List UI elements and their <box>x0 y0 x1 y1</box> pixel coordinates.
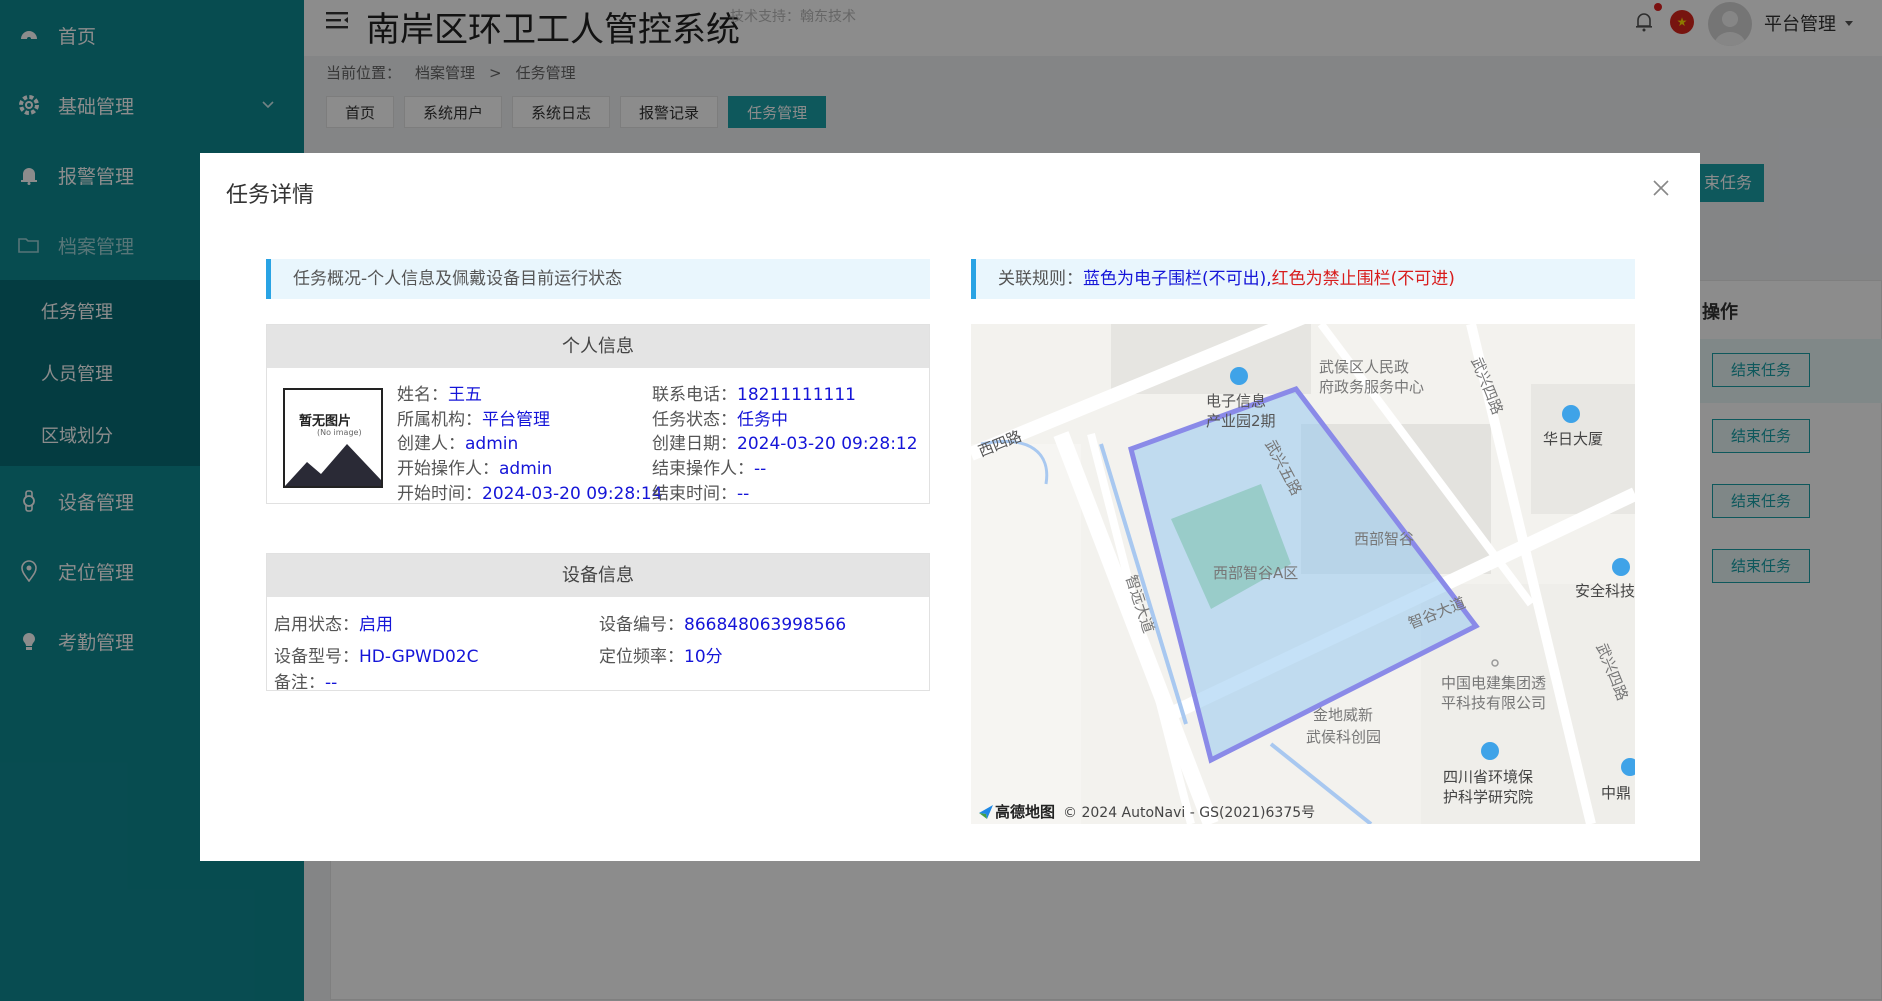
map-label: 中鼎 <box>1601 784 1632 802</box>
map-label: 安全科技 <box>1575 582 1635 600</box>
map-label: 西部智谷 <box>1354 530 1415 548</box>
status-field: 任务状态：任务中 <box>652 410 788 430</box>
map-label: 武侯区人民政 <box>1319 358 1410 376</box>
phone-field: 联系电话：18211111111 <box>652 385 856 405</box>
map-label: 产业园2期 <box>1206 412 1276 430</box>
device-model-field: 设备型号：HD-GPWD02C <box>274 647 479 667</box>
rule-blue-text: 蓝色为电子围栏(不可出), <box>1083 269 1272 289</box>
device-info-box: 设备信息 启用状态：启用 设备编号：866848063998566 设备型号：H… <box>266 553 930 693</box>
map-label: 护科学研究院 <box>1443 788 1534 806</box>
map-label: 电子信息 <box>1206 392 1267 410</box>
no-image-text: 暂无图片 <box>299 414 352 429</box>
created-date-field: 创建日期：2024-03-20 09:28:12 <box>652 434 918 454</box>
overview-section-header: 任务概况-个人信息及佩戴设备目前运行状态 <box>266 259 930 299</box>
mountain-icon <box>285 444 381 486</box>
org-field: 所属机构：平台管理 <box>397 410 550 430</box>
map-label: 华日大厦 <box>1543 430 1604 448</box>
map-canvas <box>971 324 1635 824</box>
map-attribution: 高德地图 © 2024 AutoNavi - GS(2021)6375号 <box>977 801 1315 822</box>
remark-field: 备注：-- <box>274 673 338 693</box>
close-icon[interactable] <box>1652 179 1670 197</box>
rule-red-text: 红色为禁止围栏(不可进) <box>1271 269 1455 289</box>
location-frequency-field: 定位频率：10分 <box>599 647 723 667</box>
task-detail-modal: 任务详情 任务概况-个人信息及佩戴设备目前运行状态 关联规则：蓝色为电子围栏(不… <box>200 153 1700 861</box>
start-time-field: 开始时间：2024-03-20 09:28:14 <box>397 484 663 504</box>
enabled-status-field: 启用状态：启用 <box>274 615 393 635</box>
map-label: 四川省环境保 <box>1443 768 1534 786</box>
end-time-field: 结束时间：-- <box>652 484 750 504</box>
map-label: 平科技有限公司 <box>1441 694 1547 712</box>
rule-prefix: 关联规则： <box>998 269 1083 289</box>
rule-section-header: 关联规则：蓝色为电子围栏(不可出),红色为禁止围栏(不可进) <box>971 259 1635 299</box>
map-brand: 高德地图 <box>995 803 1056 821</box>
personal-info-box: 个人信息 暂无图片 (No image) 姓名：王五 联系电话：18211111… <box>266 324 930 504</box>
name-field: 姓名：王五 <box>397 385 482 405</box>
personal-info-title: 个人信息 <box>267 325 929 368</box>
device-code-field: 设备编号：866848063998566 <box>599 615 847 635</box>
device-info-title: 设备信息 <box>267 554 929 597</box>
creator-field: 创建人：admin <box>397 434 519 454</box>
map-label: 金地威新 <box>1313 706 1374 724</box>
start-operator-field: 开始操作人：admin <box>397 459 553 479</box>
no-image-placeholder: 暂无图片 (No image) <box>283 388 383 488</box>
map-label: 西部智谷A区 <box>1213 564 1299 582</box>
end-operator-field: 结束操作人：-- <box>652 459 767 479</box>
map-copyright: © 2024 AutoNavi - GS(2021)6375号 <box>1063 804 1316 821</box>
fence-map[interactable]: 武侯区人民政 府政务服务中心 电子信息 产业园2期 武兴四路 华日大厦 西四路 … <box>971 324 1635 824</box>
map-label: 武侯科创园 <box>1306 728 1382 746</box>
amap-logo-icon <box>979 804 993 819</box>
modal-title: 任务详情 <box>226 183 315 208</box>
map-label: 府政务服务中心 <box>1319 378 1425 396</box>
map-label: 中国电建集团透 <box>1441 674 1547 692</box>
